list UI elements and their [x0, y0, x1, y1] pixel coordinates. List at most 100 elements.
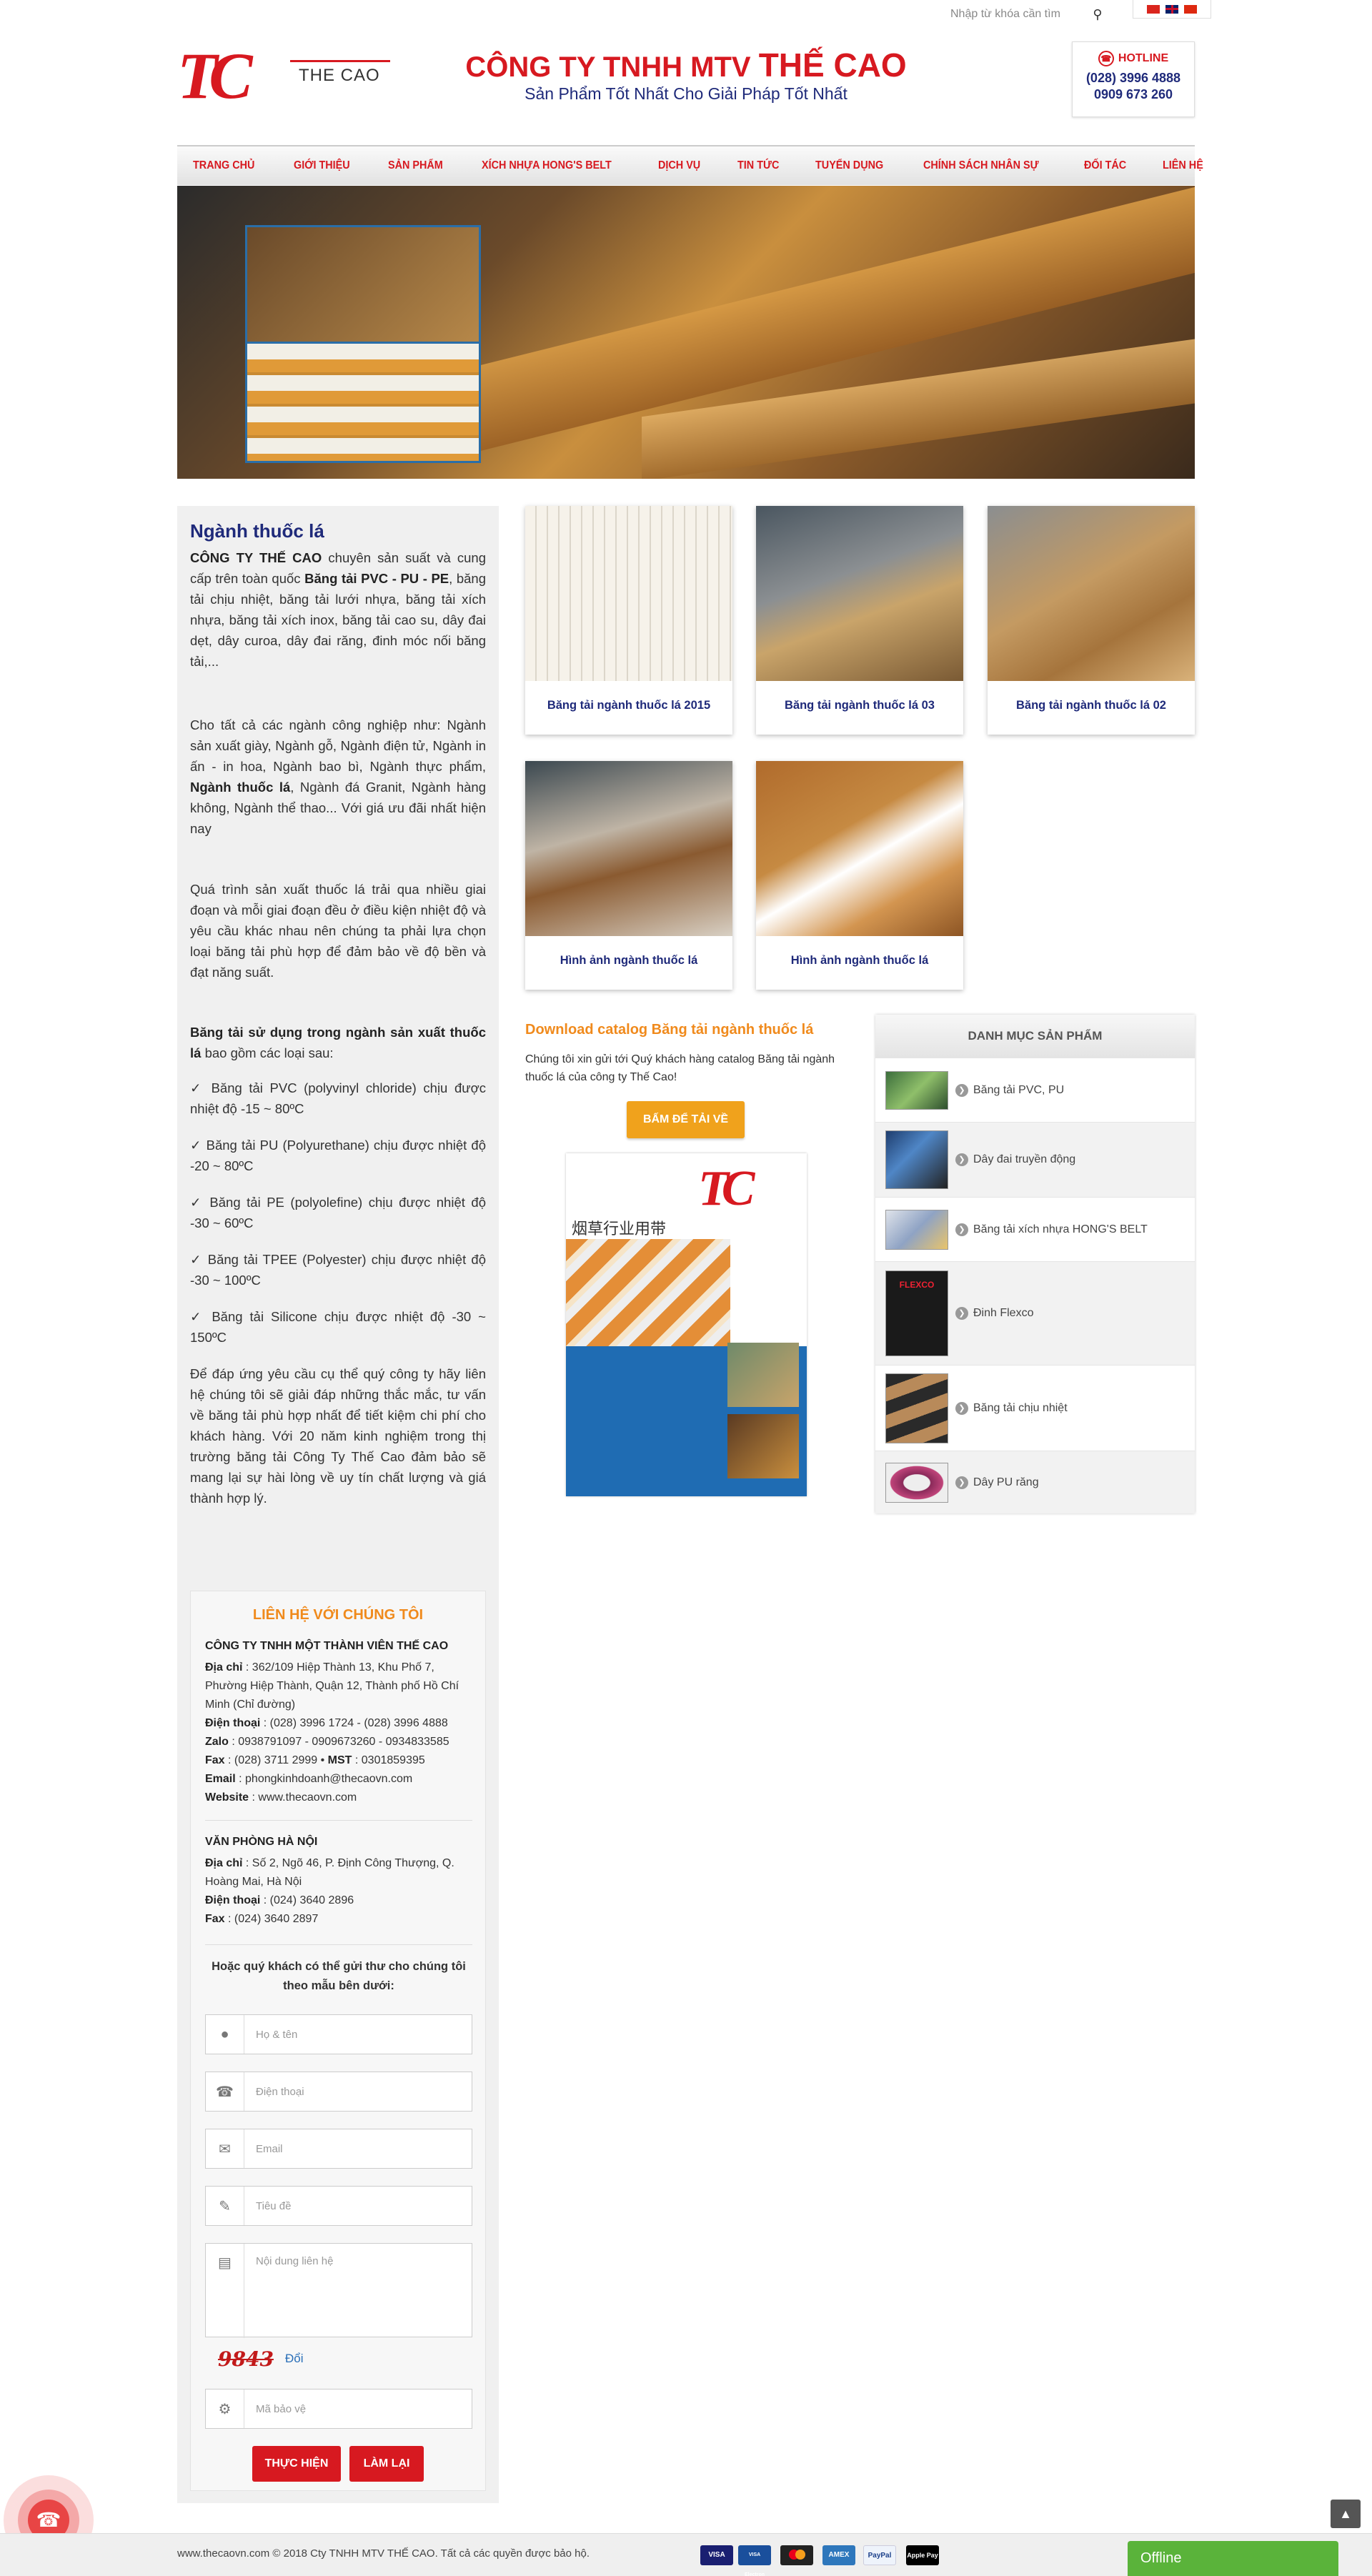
product-title[interactable]: Hình ảnh ngành thuốc lá — [525, 954, 732, 968]
hotline-number-1[interactable]: (028) 3996 4888 — [1073, 71, 1194, 86]
reset-button[interactable]: LÀM LẠI — [349, 2446, 424, 2482]
nav-contact[interactable]: LIÊN HỆ — [1163, 159, 1203, 172]
catalog-title: Download catalog Băng tải ngành thuốc lá — [525, 1022, 814, 1038]
article-paragraph-1: CÔNG TY THẾ CAO chuyên sản suất và cung … — [190, 547, 486, 672]
subject-field[interactable]: ✎ Tiêu đề — [205, 2186, 472, 2226]
company-prefix: CÔNG TY TNHH MTV — [465, 51, 759, 83]
product-card[interactable]: Hình ảnh ngành thuốc lá — [525, 761, 732, 990]
logo[interactable]: TC THE CAO — [177, 41, 406, 110]
product-image[interactable] — [988, 506, 1195, 681]
hotline-box[interactable]: ☎ HOTLINE (028) 3996 4888 0909 673 260 — [1072, 41, 1195, 117]
nav-news[interactable]: TIN TỨC — [737, 159, 779, 172]
category-item[interactable]: ❯ Băng tải xích nhựa HONG'S BELT — [875, 1197, 1195, 1261]
category-label[interactable]: Băng tải chịu nhiệt — [973, 1402, 1068, 1415]
nav-home[interactable]: TRANG CHỦ — [193, 159, 254, 172]
category-thumb — [885, 1070, 948, 1110]
hotline-number-2[interactable]: 0909 673 260 — [1073, 87, 1194, 102]
catalog-cover-image[interactable]: TC 烟草行业用带 — [566, 1153, 807, 1496]
product-card[interactable]: Băng tải ngành thuốc lá 02 — [988, 506, 1195, 735]
product-image[interactable] — [756, 761, 963, 936]
article-title: Ngành thuốc lá — [190, 520, 324, 542]
contact-email[interactable]: : phongkinhdoanh@thecaovn.com — [236, 1773, 412, 1785]
document-icon: ▤ — [206, 2244, 244, 2338]
product-card[interactable]: Băng tải ngành thuốc lá 03 — [756, 506, 963, 735]
category-thumb — [885, 1130, 948, 1189]
hero-banner — [177, 186, 1195, 479]
contact-fax: : (028) 3711 2999 • — [224, 1754, 328, 1766]
article-paragraph-5: Để đáp ứng yêu cầu cụ thể quý công ty hã… — [190, 1366, 486, 1506]
category-item[interactable]: ❯ Dây đai truyền động — [875, 1122, 1195, 1197]
product-title[interactable]: Băng tải ngành thuốc lá 02 — [988, 699, 1195, 712]
user-icon: ● — [206, 2015, 244, 2054]
china-flag-icon[interactable] — [1184, 4, 1197, 14]
category-item[interactable]: FLEXCO ❯ Đinh Flexco — [875, 1261, 1195, 1365]
category-label[interactable]: Băng tải xích nhựa HONG'S BELT — [973, 1223, 1148, 1236]
category-label[interactable]: Dây đai truyền động — [973, 1153, 1075, 1166]
category-title: DANH MỤC SẢN PHẨM — [875, 1015, 1195, 1058]
article-paragraph-2: Cho tất cả các ngành công nghiệp như: Ng… — [190, 715, 486, 839]
contact-hanoi: VĂN PHÒNG HÀ NỘI Địa chỉ : Số 2, Ngõ 46,… — [205, 1833, 472, 1929]
product-title[interactable]: Băng tải ngành thuốc lá 03 — [756, 699, 963, 712]
subject-placeholder: Tiêu đề — [256, 2199, 292, 2212]
contact-box: LIÊN HỆ VỚI CHÚNG TÔI CÔNG TY TNHH MỘT T… — [190, 1591, 486, 2491]
phone-field[interactable]: ☎ Điện thoại — [205, 2072, 472, 2112]
edit-icon: ✎ — [206, 2187, 244, 2225]
nav-about[interactable]: GIỚI THIỆU — [294, 159, 350, 172]
category-item[interactable]: ❯ Băng tải chịu nhiệt — [875, 1365, 1195, 1451]
arrow-right-icon: ❯ — [955, 1083, 968, 1097]
download-button[interactable]: BẤM ĐỂ TẢI VỀ — [627, 1101, 745, 1138]
main-nav: TRANG CHỦ GIỚI THIỆU SẢN PHẨM XÍCH NHỰA … — [177, 145, 1203, 185]
category-label[interactable]: Dây PU răng — [973, 1476, 1039, 1489]
article-text: Cho tất cả các ngành công nghiệp như: Ng… — [190, 717, 486, 774]
hanoi-address: : Số 2, Ngõ 46, P. Định Công Thượng, Q. … — [205, 1857, 454, 1888]
captcha-field[interactable]: ⚙ Mã bảo vệ — [205, 2389, 472, 2429]
submit-button[interactable]: THỰC HIỆN — [252, 2446, 341, 2482]
arrow-right-icon: ❯ — [955, 1307, 968, 1320]
language-switcher — [1133, 0, 1211, 19]
category-item[interactable]: ❯ Băng tải PVC, PU — [875, 1058, 1195, 1122]
mastercard-icon — [780, 2545, 813, 2565]
nav-partners[interactable]: ĐỐI TÁC — [1084, 159, 1126, 172]
phone-icon: ☎ — [206, 2072, 244, 2111]
hanoi-fax: : (024) 3640 2897 — [224, 1913, 319, 1925]
nav-hr-policy[interactable]: CHÍNH SÁCH NHÂN SỰ — [923, 159, 1039, 172]
product-title[interactable]: Hình ảnh ngành thuốc lá — [756, 954, 963, 968]
nav-hongs-belt[interactable]: XÍCH NHỰA HONG'S BELT — [482, 159, 612, 172]
live-chat-offline-tab[interactable]: Offline — [1128, 2541, 1338, 2576]
label: Điện thoại — [205, 1717, 261, 1729]
name-field[interactable]: ● Họ & tên — [205, 2014, 472, 2054]
search-input[interactable]: Nhập từ khóa cần tìm ⚲ — [950, 4, 1108, 24]
product-image[interactable] — [525, 761, 732, 936]
copyright: www.thecaovn.com © 2018 Cty TNHH MTV THẾ… — [177, 2547, 590, 2560]
product-card[interactable]: Băng tải ngành thuốc lá 2015 — [525, 506, 732, 735]
phone-icon: ☎ — [1098, 51, 1114, 66]
arrow-right-icon: ❯ — [955, 1153, 968, 1166]
product-image[interactable] — [756, 506, 963, 681]
message-field[interactable]: ▤ Nội dung liên hệ — [205, 2243, 472, 2338]
label: Website — [205, 1791, 249, 1804]
search-icon[interactable]: ⚲ — [1088, 4, 1108, 24]
nav-services[interactable]: DỊCH VỤ — [658, 159, 700, 172]
catalog-text: Chúng tôi xin gửi tới Quý khách hàng cat… — [525, 1053, 835, 1083]
contact-address[interactable]: : 362/109 Hiệp Thành 13, Khu Phố 7, Phườ… — [205, 1661, 459, 1711]
uk-flag-icon[interactable] — [1165, 4, 1178, 14]
catalog-chinese-title: 烟草行业用带 — [572, 1220, 667, 1238]
back-to-top-button[interactable]: ▲ — [1331, 2500, 1361, 2528]
vietnam-flag-icon[interactable] — [1147, 4, 1160, 14]
captcha-refresh-link[interactable]: Đổi — [285, 2352, 304, 2366]
contact-website[interactable]: : www.thecaovn.com — [249, 1791, 357, 1804]
product-title[interactable]: Băng tải ngành thuốc lá 2015 — [525, 699, 732, 712]
apple-pay-icon: Apple Pay — [906, 2545, 939, 2565]
category-label[interactable]: Đinh Flexco — [973, 1307, 1033, 1320]
belt-list-item: ✓ Băng tải PVC (polyvinyl chloride) chịu… — [190, 1080, 486, 1116]
product-image[interactable] — [525, 506, 732, 681]
category-label[interactable]: Băng tải PVC, PU — [973, 1084, 1064, 1097]
product-card[interactable]: Hình ảnh ngành thuốc lá — [756, 761, 963, 990]
category-item[interactable]: ❯ Dây PU răng — [875, 1451, 1195, 1513]
catalog-photo — [727, 1343, 799, 1407]
email-field[interactable]: ✉ Email — [205, 2129, 472, 2169]
nav-products[interactable]: SẢN PHẨM — [388, 159, 443, 172]
nav-recruitment[interactable]: TUYỂN DỤNG — [815, 159, 883, 172]
category-thumb — [885, 1373, 948, 1443]
visa-icon: VISA — [700, 2545, 733, 2565]
